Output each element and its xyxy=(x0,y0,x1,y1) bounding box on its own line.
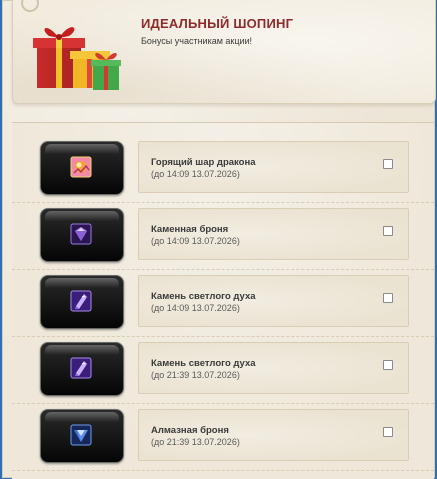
item-name: Алмазная броня xyxy=(151,425,229,436)
item-select-checkbox[interactable] xyxy=(383,360,393,370)
light-spirit-stone-icon xyxy=(70,357,92,379)
item-icon-slot xyxy=(40,342,124,396)
item-icon-slot xyxy=(40,409,124,463)
item-card: Алмазная броня (до 21:39 13.07.2026) xyxy=(138,409,409,461)
item-icon-slot xyxy=(40,141,124,195)
item-name: Горящий шар дракона xyxy=(151,157,256,168)
item-expiry: (до 21:39 13.07.2026) xyxy=(151,370,240,380)
item-expiry: (до 14:09 13.07.2026) xyxy=(151,236,240,246)
bonus-items-list: Горящий шар дракона (до 14:09 13.07.2026… xyxy=(12,122,434,479)
item-select-checkbox[interactable] xyxy=(383,293,393,303)
item-expiry: (до 14:09 13.07.2026) xyxy=(151,169,240,179)
list-item: Камень светлого духа (до 21:39 13.07.202… xyxy=(12,336,434,404)
header-hook-decoration xyxy=(21,0,39,12)
item-icon-slot xyxy=(40,208,124,262)
item-name: Камень светлого духа xyxy=(151,358,256,369)
item-select-checkbox[interactable] xyxy=(383,159,393,169)
item-expiry: (до 21:39 13.07.2026) xyxy=(151,437,240,447)
item-expiry: (до 14:09 13.07.2026) xyxy=(151,303,240,313)
item-card: Горящий шар дракона (до 14:09 13.07.2026… xyxy=(138,141,409,193)
item-name: Каменная броня xyxy=(151,224,229,235)
list-item: Горящий шар дракона (до 14:09 13.07.2026… xyxy=(12,135,434,203)
list-item: Камень светлого духа (до 14:09 13.07.202… xyxy=(12,269,434,337)
promo-header: ИДЕАЛЬНЫЙ ШОПИНГ Бонусы участникам акции… xyxy=(12,0,436,104)
item-select-checkbox[interactable] xyxy=(383,226,393,236)
bonus-window: ИДЕАЛЬНЫЙ ШОПИНГ Бонусы участникам акции… xyxy=(2,0,436,479)
list-item: Алмазная броня (до 21:39 13.07.2026) xyxy=(12,403,434,471)
list-item: Каменная броня (до 14:09 13.07.2026) xyxy=(12,202,434,270)
page-title: ИДЕАЛЬНЫЙ ШОПИНГ xyxy=(141,16,294,31)
page-subtitle: Бонусы участникам акции! xyxy=(141,36,253,46)
item-card: Камень светлого духа (до 21:39 13.07.202… xyxy=(138,342,409,394)
item-card: Каменная броня (до 14:09 13.07.2026) xyxy=(138,208,409,260)
diamond-armor-gem-icon xyxy=(70,424,92,446)
gift-boxes-icon xyxy=(33,27,121,90)
dragon-fire-orb-icon xyxy=(70,156,92,178)
stone-armor-gem-icon xyxy=(70,223,92,245)
item-icon-slot xyxy=(40,275,124,329)
item-card: Камень светлого духа (до 14:09 13.07.202… xyxy=(138,275,409,327)
light-spirit-stone-icon xyxy=(70,290,92,312)
item-select-checkbox[interactable] xyxy=(383,427,393,437)
item-name: Камень светлого духа xyxy=(151,291,256,302)
